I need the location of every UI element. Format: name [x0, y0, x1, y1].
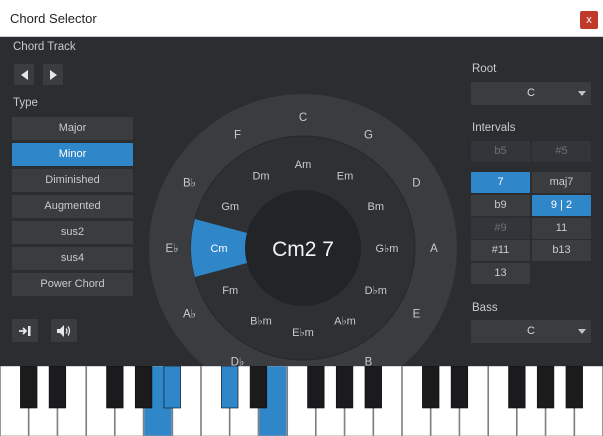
- piano-keyboard[interactable]: [0, 366, 603, 436]
- chord-track-label: Chord Track: [13, 41, 76, 53]
- root-select[interactable]: C: [471, 82, 591, 105]
- black-key[interactable]: [221, 366, 239, 409]
- inner-key-label[interactable]: Cm: [210, 243, 227, 255]
- interval-11-button[interactable]: 11: [532, 218, 591, 239]
- circle-of-fifths[interactable]: CGDAEBG♭D♭A♭E♭B♭FAmEmBmG♭mD♭mA♭mE♭mB♭mFm…: [148, 93, 458, 403]
- interval-sharp9-button[interactable]: #9: [471, 218, 530, 239]
- inner-key-label[interactable]: E♭m: [292, 327, 314, 339]
- insert-chord-button[interactable]: [12, 319, 38, 342]
- outer-key-label[interactable]: G: [364, 130, 373, 142]
- black-key[interactable]: [249, 366, 268, 409]
- speaker-icon: [57, 324, 71, 337]
- interval-b9-button[interactable]: b9: [471, 195, 530, 216]
- outer-key-label[interactable]: C: [299, 112, 307, 124]
- outer-key-label[interactable]: D: [412, 178, 420, 190]
- inner-key-label[interactable]: Gm: [221, 201, 239, 213]
- black-key[interactable]: [134, 366, 153, 409]
- interval-b13-button[interactable]: b13: [532, 240, 591, 261]
- window-title: Chord Selector: [10, 11, 97, 26]
- black-key[interactable]: [565, 366, 583, 409]
- type-diminished-button[interactable]: Diminished: [12, 169, 133, 192]
- prev-chord-button[interactable]: [14, 64, 34, 85]
- outer-key-label[interactable]: A♭: [183, 309, 196, 321]
- inner-key-label[interactable]: Em: [337, 170, 354, 182]
- black-key[interactable]: [307, 366, 325, 409]
- next-chord-button[interactable]: [43, 64, 63, 85]
- bass-value: C: [527, 325, 535, 337]
- type-augmented-button[interactable]: Augmented: [12, 195, 133, 218]
- interval-sharp11-button[interactable]: #11: [471, 240, 530, 261]
- outer-key-label[interactable]: F: [234, 130, 241, 142]
- triangle-right-icon: [49, 69, 57, 80]
- triangle-left-icon: [20, 69, 28, 80]
- black-key[interactable]: [450, 366, 469, 409]
- black-key[interactable]: [163, 366, 181, 409]
- interval-9-2-button[interactable]: 9 | 2: [532, 195, 591, 216]
- black-key[interactable]: [422, 366, 440, 409]
- interval-7-button[interactable]: 7: [471, 172, 530, 193]
- black-key[interactable]: [508, 366, 526, 409]
- inner-key-label[interactable]: B♭m: [250, 316, 272, 328]
- inner-key-label[interactable]: Am: [295, 159, 312, 171]
- black-key[interactable]: [335, 366, 354, 409]
- inner-key-label[interactable]: Dm: [252, 170, 269, 182]
- bass-select[interactable]: C: [471, 320, 591, 343]
- black-key[interactable]: [106, 366, 124, 409]
- black-key[interactable]: [364, 366, 382, 409]
- inner-key-label[interactable]: Fm: [222, 285, 238, 297]
- outer-key-label[interactable]: B♭: [183, 178, 196, 190]
- outer-key-label[interactable]: E♭: [165, 243, 178, 255]
- inner-key-label[interactable]: D♭m: [365, 285, 387, 297]
- type-sus2-button[interactable]: sus2: [12, 221, 133, 244]
- bass-label: Bass: [472, 302, 498, 314]
- current-chord-label: Cm2 7: [272, 238, 334, 261]
- outer-key-label[interactable]: E: [413, 309, 421, 321]
- type-label: Type: [13, 97, 38, 109]
- close-button[interactable]: x: [580, 11, 598, 29]
- root-label: Root: [472, 63, 497, 75]
- interval-sharp5-button[interactable]: #5: [532, 141, 591, 162]
- black-key[interactable]: [536, 366, 555, 409]
- black-key[interactable]: [48, 366, 67, 409]
- preview-sound-button[interactable]: [51, 319, 77, 342]
- interval-b5-button[interactable]: b5: [471, 141, 530, 162]
- inner-key-label[interactable]: Bm: [367, 201, 384, 213]
- close-icon: x: [586, 14, 592, 26]
- interval-13-button[interactable]: 13: [471, 263, 530, 284]
- type-minor-button[interactable]: Minor: [12, 143, 133, 166]
- inner-key-label[interactable]: A♭m: [334, 316, 356, 328]
- title-bar: Chord Selector x: [0, 0, 603, 37]
- type-major-button[interactable]: Major: [12, 117, 133, 140]
- root-value: C: [527, 87, 535, 99]
- chevron-down-icon: [578, 91, 586, 96]
- type-power-chord-button[interactable]: Power Chord: [12, 273, 133, 296]
- inner-key-label[interactable]: G♭m: [376, 243, 399, 255]
- black-key[interactable]: [20, 366, 38, 409]
- intervals-label: Intervals: [472, 122, 516, 134]
- type-sus4-button[interactable]: sus4: [12, 247, 133, 270]
- chord-selector-panel: Chord Track Type Major Minor Diminished …: [0, 37, 603, 402]
- insert-chord-icon: [19, 325, 31, 336]
- interval-maj7-button[interactable]: maj7: [532, 172, 591, 193]
- chevron-down-icon: [578, 329, 586, 334]
- outer-key-label[interactable]: A: [430, 243, 438, 255]
